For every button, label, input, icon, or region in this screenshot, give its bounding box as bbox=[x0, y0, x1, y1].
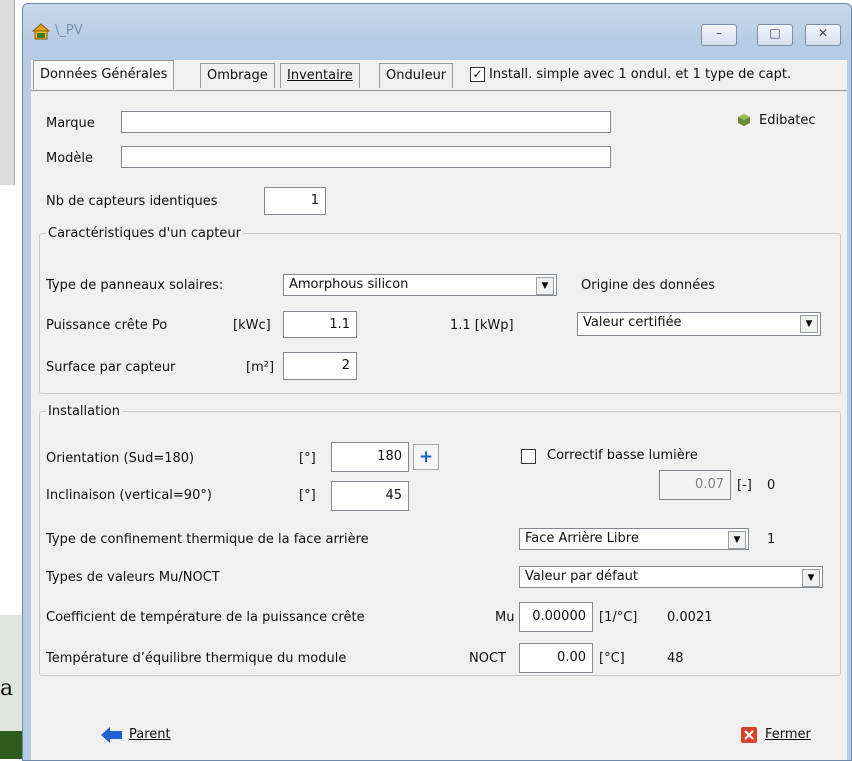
installation-legend: Installation bbox=[48, 404, 121, 419]
confinement-select[interactable]: Face Arrière Libre ▼ bbox=[519, 528, 749, 550]
coef-extra: 0.0021 bbox=[667, 610, 713, 625]
surface-unit: [m²] bbox=[246, 360, 275, 375]
tab-onduleur[interactable]: Onduleur bbox=[379, 63, 454, 88]
puissance-kwp: 1.1 [kWp] bbox=[450, 318, 514, 333]
background-window-edge bbox=[0, 0, 15, 185]
inclinaison-input[interactable]: 45 bbox=[331, 481, 409, 511]
mu-noct-label: Types de valeurs Mu/NOCT bbox=[46, 570, 220, 585]
correctif-label: Correctif basse lumière bbox=[547, 448, 698, 463]
modele-input[interactable] bbox=[121, 146, 611, 168]
coef-input[interactable]: 0.00000 bbox=[519, 602, 593, 632]
correctif-extra: 0 bbox=[767, 478, 776, 493]
puissance-label: Puissance crête Po bbox=[46, 318, 168, 333]
marque-label: Marque bbox=[46, 116, 95, 131]
confinement-extra: 1 bbox=[767, 532, 776, 547]
house-app-icon bbox=[31, 23, 51, 40]
temp-symbol: NOCT bbox=[469, 651, 506, 666]
origine-select[interactable]: Valeur certifiée ▼ bbox=[577, 312, 821, 336]
inclinaison-unit: [°] bbox=[299, 488, 316, 503]
correctif-checkbox[interactable] bbox=[521, 449, 536, 464]
window-title: \_PV bbox=[55, 23, 83, 38]
type-panneaux-label: Type de panneaux solaires: bbox=[46, 278, 224, 293]
orientation-label: Orientation (Sud=180) bbox=[46, 451, 195, 466]
puissance-unit: [kWc] bbox=[233, 318, 271, 333]
tab-donnees-generales[interactable]: Données Générales bbox=[33, 60, 175, 89]
chevron-down-icon: ▼ bbox=[800, 315, 818, 333]
confinement-label: Type de confinement thermique de la face… bbox=[46, 532, 369, 547]
coef-label: Coefficient de température de la puissan… bbox=[46, 610, 365, 625]
orientation-unit: [°] bbox=[299, 451, 316, 466]
tab-inventaire[interactable]: Inventaire bbox=[280, 63, 360, 88]
origine-label: Origine des données bbox=[581, 278, 716, 293]
nb-capteurs-input[interactable]: 1 bbox=[264, 187, 326, 215]
correctif-unit: [-] bbox=[737, 478, 752, 493]
nb-capteurs-label: Nb de capteurs identiques bbox=[46, 194, 218, 209]
tab-bar: Données Générales Ombrage Inventaire Ond… bbox=[31, 60, 847, 91]
minimize-icon: – bbox=[716, 26, 722, 40]
footer: Parent Fermer bbox=[31, 708, 847, 760]
arrow-left-icon bbox=[101, 727, 122, 743]
edibatec-button[interactable]: Edibatec bbox=[759, 113, 816, 128]
coef-symbol: Mu bbox=[495, 610, 515, 625]
tab-ombrage[interactable]: Ombrage bbox=[200, 63, 275, 88]
puissance-input[interactable]: 1.1 bbox=[283, 311, 357, 338]
chevron-down-icon: ▼ bbox=[802, 569, 820, 587]
simple-install-label: Install. simple avec 1 ondul. et 1 type … bbox=[489, 67, 792, 82]
temp-input[interactable]: 0.00 bbox=[519, 643, 593, 673]
temp-extra: 48 bbox=[667, 651, 684, 666]
capteur-legend: Caractéristiques d'un capteur bbox=[48, 226, 241, 241]
title-bar[interactable]: \_PV – □ ✕ bbox=[23, 4, 851, 60]
inclinaison-label: Inclinaison (vertical=90°) bbox=[46, 488, 212, 503]
pv-window: \_PV – □ ✕ Données Générales Ombrage Inv… bbox=[22, 3, 852, 761]
dialog-content: Données Générales Ombrage Inventaire Ond… bbox=[31, 60, 847, 760]
modele-label: Modèle bbox=[46, 151, 94, 166]
type-panneaux-select[interactable]: Amorphous silicon ▼ bbox=[283, 274, 557, 296]
chevron-down-icon: ▼ bbox=[536, 277, 554, 295]
temp-unit: [°C] bbox=[599, 651, 625, 666]
correctif-value: 0.07 bbox=[659, 470, 731, 500]
orientation-input[interactable]: 180 bbox=[331, 442, 409, 472]
simple-install-checkbox[interactable]: ✓ bbox=[470, 67, 485, 82]
maximize-icon: □ bbox=[769, 26, 781, 40]
close-icon bbox=[741, 727, 757, 743]
edibatec-icon bbox=[738, 114, 750, 126]
close-icon: ✕ bbox=[817, 26, 829, 40]
close-button[interactable]: ✕ bbox=[805, 24, 841, 46]
chevron-down-icon: ▼ bbox=[728, 531, 746, 549]
marque-input[interactable] bbox=[121, 111, 611, 133]
background-text: a bbox=[0, 676, 14, 701]
maximize-button[interactable]: □ bbox=[757, 24, 793, 46]
mu-noct-select[interactable]: Valeur par défaut ▼ bbox=[519, 566, 823, 588]
minimize-button[interactable]: – bbox=[701, 24, 737, 46]
coef-unit: [1/°C] bbox=[599, 610, 638, 625]
surface-input[interactable]: 2 bbox=[283, 352, 357, 380]
orientation-plus-button[interactable]: + bbox=[413, 444, 439, 470]
temp-label: Température d’équilibre thermique du mod… bbox=[46, 651, 347, 666]
surface-label: Surface par capteur bbox=[46, 360, 176, 375]
